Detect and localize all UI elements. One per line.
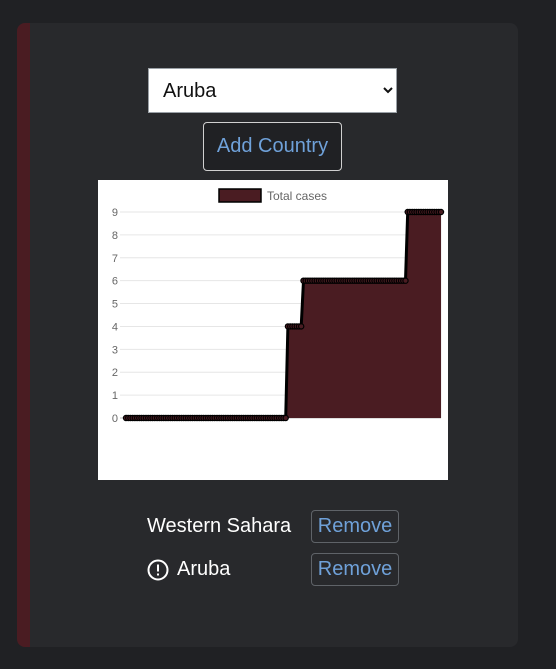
y-tick-label: 3 <box>112 344 118 356</box>
remove-country-button[interactable]: Remove <box>311 510 399 543</box>
legend-label: Total cases <box>267 189 327 203</box>
y-tick-label: 0 <box>112 413 118 425</box>
total-cases-area <box>126 212 441 418</box>
country-name: Western Sahara <box>147 515 292 537</box>
total-cases-chart: 01234567891/22/201/31/202/9/202/18/202/2… <box>98 180 448 480</box>
y-tick-label: 8 <box>112 230 118 242</box>
y-tick-label: 7 <box>112 253 118 265</box>
country-name: Aruba <box>177 558 231 580</box>
remove-country-button[interactable]: Remove <box>311 553 399 586</box>
exclamation-circle-icon <box>147 559 169 581</box>
country-select[interactable]: Aruba <box>148 68 397 113</box>
country-row-aruba: Aruba Remove <box>147 553 399 587</box>
add-country-button[interactable]: Add Country <box>203 122 342 171</box>
y-tick-label: 1 <box>112 390 118 402</box>
data-point <box>437 208 445 216</box>
data-point <box>402 277 409 284</box>
card-accent-bar <box>17 23 30 647</box>
y-tick-label: 2 <box>112 367 118 379</box>
chart-svg: 01234567891/22/201/31/202/9/202/18/202/2… <box>112 188 445 425</box>
y-tick-label: 9 <box>112 207 118 219</box>
country-panel: Aruba Add Country 01234567891/22/201/31/… <box>17 23 518 647</box>
legend-swatch <box>218 188 262 203</box>
data-point <box>297 323 305 330</box>
country-row-western-sahara: Western Sahara Remove <box>147 510 399 544</box>
data-point <box>282 414 289 422</box>
y-tick-label: 5 <box>112 299 118 311</box>
y-tick-label: 6 <box>112 276 118 288</box>
y-tick-label: 4 <box>112 321 118 333</box>
